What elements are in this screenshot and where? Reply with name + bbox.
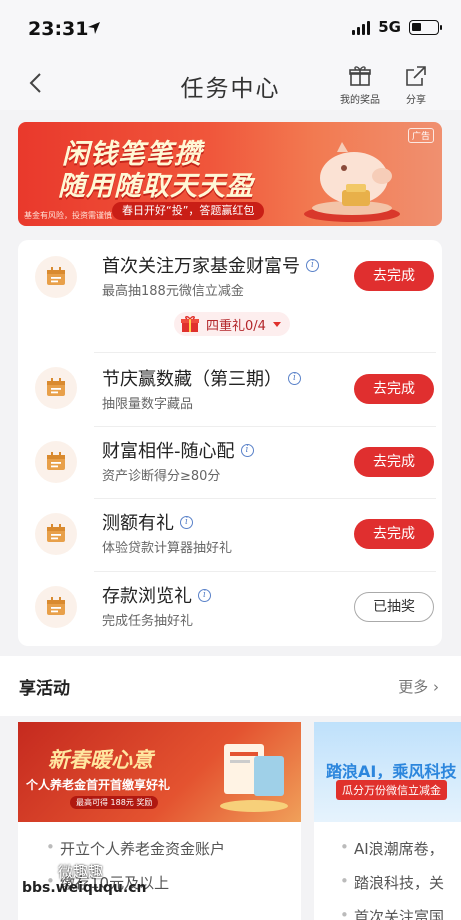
battery-icon — [409, 19, 442, 35]
info-icon[interactable]: i — [288, 371, 301, 385]
task-desc: 最高抽188元微信立减金 — [102, 284, 244, 299]
activity-card[interactable]: 踏浪AI，乘风科技 瓜分万份微信立减金 AI浪潮席卷， 踏浪科技，关 首次关注富… — [314, 722, 461, 920]
activity-banner-subtitle: 瓜分万份微信立减金 — [336, 780, 447, 800]
task-go-button[interactable]: 去完成 — [354, 261, 434, 291]
calendar-icon — [35, 441, 77, 483]
task-title: 测额有礼 i — [102, 509, 193, 535]
task-go-button[interactable]: 去完成 — [354, 519, 434, 549]
task-title: 财富相伴-随心配 i — [102, 437, 254, 463]
info-icon[interactable]: i — [180, 515, 193, 529]
activity-banner-tag: 最高可得 188元 奖励 — [70, 796, 159, 809]
info-icon[interactable]: i — [306, 258, 319, 272]
activity-line: 踏浪科技，关 — [340, 872, 444, 893]
task-item: 存款浏览礼 i 完成任务抽好礼 已抽奖 — [18, 572, 442, 644]
piggy-bank-illustration — [304, 142, 400, 222]
watermark-url: bbs.weiququ.cn — [22, 880, 147, 896]
task-item: 节庆赢数藏（第三期） i 抽限量数字藏品 去完成 — [18, 353, 442, 425]
activity-banner-subtitle: 个人养老金首开首缴享好礼 — [26, 778, 171, 792]
calendar-icon — [35, 367, 77, 409]
status-time: 23:31 — [28, 18, 89, 40]
gift-icon — [349, 66, 371, 86]
task-item: 首次关注万家基金财富号 i 最高抽188元微信立减金 去完成 四重礼0/4 — [18, 240, 442, 358]
share-icon — [406, 66, 426, 86]
info-icon[interactable]: i — [240, 443, 254, 457]
activity-line: AI浪潮席卷， — [340, 838, 444, 859]
activity-banner-title: 踏浪AI，乘风科技 — [326, 762, 457, 781]
task-item: 财富相伴-随心配 i 资产诊断得分≥80分 去完成 — [18, 427, 442, 499]
network-type: 5G — [378, 18, 401, 36]
task-desc: 抽限量数字藏品 — [102, 397, 194, 412]
task-go-button[interactable]: 去完成 — [354, 374, 434, 404]
more-link[interactable]: 更多 › — [398, 676, 439, 697]
task-done-button[interactable]: 已抽奖 — [354, 592, 434, 622]
activities-section-header: 享活动 更多 › — [0, 656, 461, 716]
task-go-button[interactable]: 去完成 — [354, 447, 434, 477]
calendar-icon — [35, 513, 77, 555]
page-title: 任务中心 — [180, 76, 281, 102]
watermark-title: 微趣趣 — [58, 863, 104, 881]
gift-box-icon — [181, 316, 199, 332]
task-item: 测额有礼 i 体验贷款计算器抽好礼 去完成 — [18, 499, 442, 571]
my-prizes-label: 我的奖品 — [340, 95, 380, 106]
gift-progress-text: 四重礼0/4 — [206, 318, 266, 334]
share-label: 分享 — [406, 95, 426, 106]
banner-risk-note: 基金有风险，投资需谨慎 — [24, 211, 112, 220]
calendar-icon — [35, 256, 77, 298]
promo-banner[interactable]: 闲钱笔笔攒 随用随取天天盈 春日开好“投”，答题赢红包 基金有风险，投资需谨慎 … — [18, 122, 442, 226]
task-title: 首次关注万家基金财富号 i — [102, 252, 319, 278]
task-title: 节庆赢数藏（第三期） i — [102, 365, 301, 391]
my-prizes-button[interactable]: 我的奖品 — [340, 64, 380, 106]
banner-subtitle: 春日开好“投”，答题赢红包 — [112, 202, 265, 220]
activity-line: 开立个人养老金资金账户 — [46, 838, 225, 859]
nav-bar: 任务中心 我的奖品 分享 — [0, 58, 461, 110]
activity-banner-title: 新春暖心意 — [48, 748, 153, 772]
signal-icon — [352, 19, 371, 35]
status-bar: 23:31 5G — [0, 0, 461, 58]
task-list: 首次关注万家基金财富号 i 最高抽188元微信立减金 去完成 四重礼0/4 节庆… — [18, 240, 442, 646]
task-desc: 资产诊断得分≥80分 — [102, 469, 221, 484]
location-arrow-icon — [88, 22, 100, 34]
calendar-icon — [35, 586, 77, 628]
activity-line: 首次关注富国 — [340, 906, 444, 920]
status-indicators: 5G — [352, 18, 442, 36]
share-button[interactable]: 分享 — [404, 64, 428, 106]
task-desc: 体验贷款计算器抽好礼 — [102, 541, 233, 556]
chevron-down-icon — [272, 322, 281, 327]
pension-illustration — [220, 744, 288, 812]
activity-banner-image: 踏浪AI，乘风科技 瓜分万份微信立减金 — [314, 722, 461, 822]
task-desc: 完成任务抽好礼 — [102, 614, 194, 629]
section-title: 享活动 — [19, 679, 70, 699]
activity-banner-image: 新春暖心意 个人养老金首开首缴享好礼 最高可得 188元 奖励 — [18, 722, 301, 822]
task-title: 存款浏览礼 i — [102, 582, 211, 608]
info-icon[interactable]: i — [198, 588, 211, 602]
banner-title-line2: 随用随取天天盈 — [58, 171, 254, 202]
gift-progress-tag[interactable]: 四重礼0/4 — [174, 312, 290, 336]
